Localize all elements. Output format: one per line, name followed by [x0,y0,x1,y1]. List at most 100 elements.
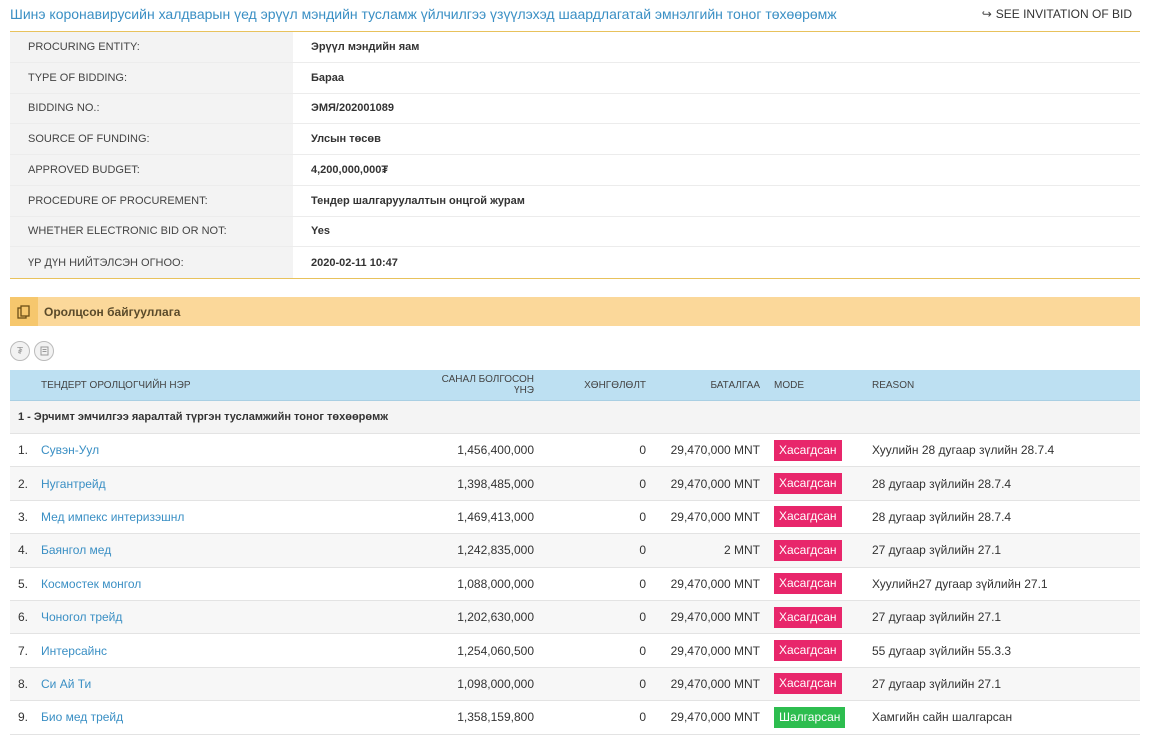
external-link-icon: ↪ [981,7,992,21]
vendor-link[interactable]: Нугантрейд [41,477,106,491]
bid-info-table: PROCURING ENTITY: Эрүүл мэндийн яам TYPE… [10,31,1140,279]
info-value: 2020-02-11 10:47 [311,256,398,269]
status-badge: Хасагдсан [774,673,842,695]
price-cell: 1,398,485,000 [457,476,534,491]
reason-cell: Хуулийн 28 дугаар зүлийн 28.7.4 [872,443,1055,458]
info-label: BIDDING NO.: [10,93,293,124]
info-label: ҮР ДҮН НИЙТЭЛСЭН ОГНОО: [10,247,293,278]
status-badge: Хасагдсан [774,439,842,461]
currency-icon[interactable]: ₮ [10,341,30,361]
discount-cell: 0 [639,509,646,524]
reason-cell: 27 дугаар зүйлийн 27.1 [872,543,1002,558]
info-label: PROCEDURE OF PROCUREMENT: [10,185,293,216]
info-row-procedure: PROCEDURE OF PROCUREMENT: Тендер шалгару… [10,185,1140,217]
price-cell: 1,469,413,000 [457,509,534,524]
info-value: Yes [311,225,330,238]
info-row-type-of-bidding: TYPE OF BIDDING: Бараа [10,62,1140,94]
row-number: 8. [18,676,29,691]
status-badge: Хасагдсан [774,606,842,628]
table-row: 1. Сувэн-Уул 1,456,400,000 0 29,470,000 … [10,434,1140,468]
price-cell: 1,088,000,000 [457,576,534,591]
table-row: 2. Нугантрейд 1,398,485,000 0 29,470,000… [10,467,1140,501]
vendor-link[interactable]: Баянгол мед [41,543,111,557]
info-value: Эрүүл мэндийн яам [311,40,420,53]
guarantee-cell: 29,470,000 MNT [670,476,760,491]
reason-cell: 27 дугаар зүйлийн 27.1 [872,610,1002,625]
row-number: 1. [18,443,29,458]
row-number: 7. [18,643,29,658]
header-name: ТЕНДЕРТ ОРОЛЦОГЧИЙН НЭР [41,379,191,391]
guarantee-cell: 29,470,000 MNT [670,509,760,524]
table-row: 4. Баянгол мед 1,242,835,000 0 2 MNT Хас… [10,534,1140,568]
info-label: APPROVED BUDGET: [10,155,293,185]
participants-section-header: Оролцсон байгууллага [10,297,1140,326]
info-row-source-of-funding: SOURCE OF FUNDING: Улсын төсөв [10,124,1140,155]
discount-cell: 0 [639,543,646,558]
discount-cell: 0 [639,610,646,625]
row-number: 5. [18,576,29,591]
discount-cell: 0 [639,676,646,691]
info-value: Тендер шалгаруулалтын онцгой журам [311,194,525,207]
vendor-link[interactable]: Чоногол трейд [41,610,122,624]
status-badge: Шалгарсан [774,706,846,728]
info-label: TYPE OF BIDDING: [10,62,293,93]
reason-cell: Хуулийн27 дугаар зүйлийн 27.1 [872,576,1048,591]
reason-cell: 28 дугаар зүйлийн 28.7.4 [872,476,1012,491]
title-bar: Шинэ коронавирусийн халдварын үед эрүүл … [0,0,1150,30]
table-row: 3. Мед импекс интеризэшнл 1,469,413,000 … [10,501,1140,535]
info-label: SOURCE OF FUNDING: [10,124,293,154]
info-value: ЭМЯ/202001089 [311,102,395,115]
guarantee-cell: 2 MNT [724,543,760,558]
page-title: Шинэ коронавирусийн халдварын үед эрүүл … [10,6,837,22]
vendor-link[interactable]: Сувэн-Уул [41,443,99,457]
price-cell: 1,254,060,500 [457,643,534,658]
info-row-approved-budget: APPROVED BUDGET: 4,200,000,000₮ [10,155,1140,186]
status-badge: Хасагдсан [774,640,842,662]
info-row-bidding-no: BIDDING NO.: ЭМЯ/202001089 [10,93,1140,125]
participants-table: ТЕНДЕРТ ОРОЛЦОГЧИЙН НЭР САНАЛ БОЛГОСОН Ү… [10,370,1140,735]
status-badge: Хасагдсан [774,506,842,528]
header-reason: REASON [872,379,915,391]
header-price: САНАЛ БОЛГОСОН ҮНЭ [441,374,534,396]
reason-cell: 28 дугаар зүйлийн 28.7.4 [872,509,1012,524]
document-icon[interactable] [34,341,54,361]
guarantee-cell: 29,470,000 MNT [670,710,760,725]
lot-group-row: 1 - Эрчимт эмчилгээ яаралтай түргэн тусл… [10,401,1140,434]
info-row-electronic-bid: WHETHER ELECTRONIC BID OR NOT: Yes [10,216,1140,248]
discount-cell: 0 [639,643,646,658]
header-mode: MODE [774,379,804,391]
guarantee-cell: 29,470,000 MNT [670,443,760,458]
section-title: Оролцсон байгууллага [44,304,181,319]
table-row: 8. Си Ай Ти 1,098,000,000 0 29,470,000 M… [10,667,1140,702]
info-value: Улсын төсөв [311,133,381,146]
copy-icon [10,297,38,326]
vendor-link[interactable]: Мед импекс интеризэшнл [41,510,184,524]
reason-cell: 27 дугаар зүйлийн 27.1 [872,676,1002,691]
see-invitation-link[interactable]: ↪ SEE INVITATION OF BID [982,7,1132,21]
vendor-link[interactable]: Си Ай Ти [41,677,91,691]
info-value: 4,200,000,000₮ [311,163,389,176]
status-badge: Хасагдсан [774,539,842,561]
vendor-link[interactable]: Био мед трейд [41,710,123,724]
table-toolbar: ₮ [10,341,54,361]
status-badge: Хасагдсан [774,573,842,595]
discount-cell: 0 [639,443,646,458]
table-row: 9. Био мед трейд 1,358,159,800 0 29,470,… [10,701,1140,735]
status-badge: Хасагдсан [774,473,842,495]
table-header: ТЕНДЕРТ ОРОЛЦОГЧИЙН НЭР САНАЛ БОЛГОСОН Ү… [10,370,1140,401]
info-label: WHETHER ELECTRONIC BID OR NOT: [10,216,293,247]
vendor-link[interactable]: Интерсайнс [41,644,107,658]
price-cell: 1,456,400,000 [457,443,534,458]
discount-cell: 0 [639,576,646,591]
vendor-link[interactable]: Космостек монгол [41,577,141,591]
row-number: 4. [18,543,29,558]
price-cell: 1,098,000,000 [457,676,534,691]
reason-cell: Хамгийн сайн шалгарсан [872,710,1013,725]
row-number: 6. [18,610,29,625]
price-cell: 1,242,835,000 [457,543,534,558]
info-row-result-date: ҮР ДҮН НИЙТЭЛСЭН ОГНОО: 2020-02-11 10:47 [10,247,1140,278]
price-cell: 1,202,630,000 [457,610,534,625]
row-number: 3. [18,509,29,524]
row-number: 2. [18,476,29,491]
discount-cell: 0 [639,710,646,725]
